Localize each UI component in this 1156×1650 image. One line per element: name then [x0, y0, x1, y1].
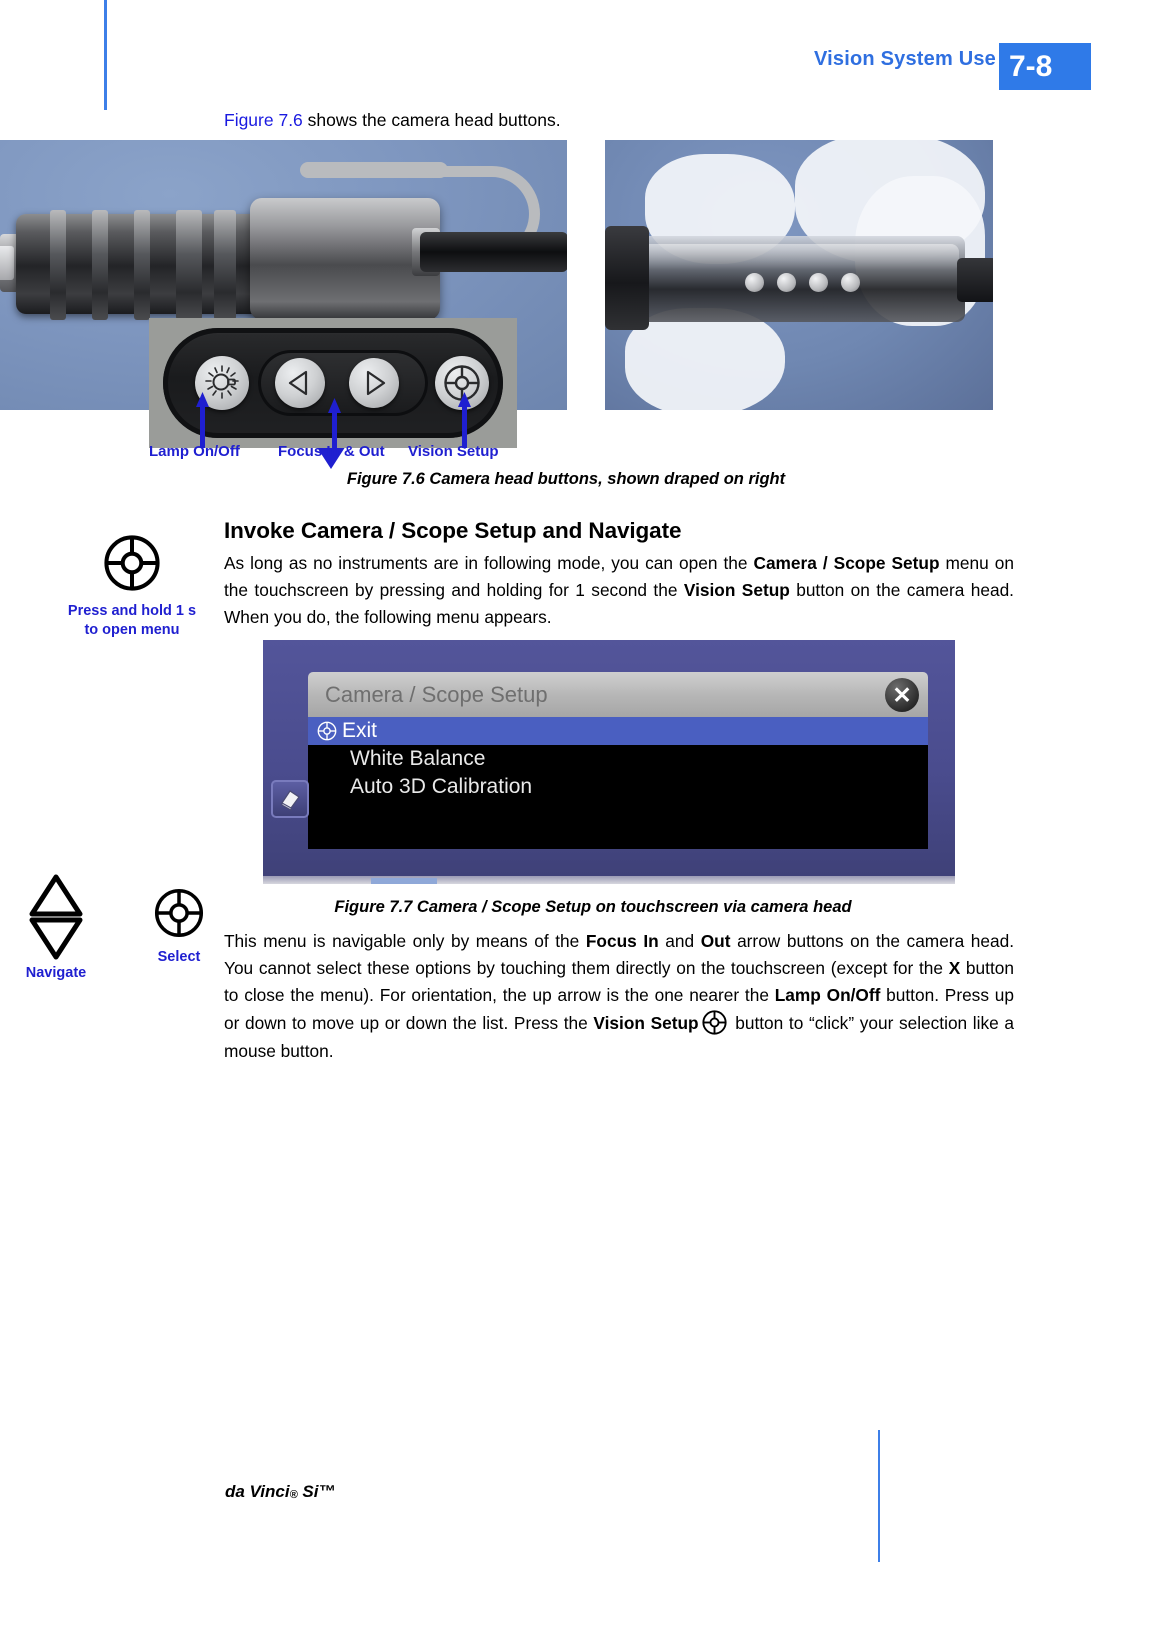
p2-bold5: Vision Setup [593, 1013, 699, 1034]
draped-button [777, 273, 796, 292]
page-number-badge: 7-8 [999, 43, 1091, 90]
callout-label-lamp: Lamp On/Off [149, 443, 240, 460]
section-heading: Invoke Camera / Scope Setup and Navigate [224, 518, 682, 543]
margin-note-navigate: Navigate [10, 872, 102, 983]
menu-window-title: Camera / Scope Setup [325, 681, 548, 707]
figure-76-crossref-link[interactable]: Figure 7.6 [224, 110, 303, 130]
draped-button [841, 273, 860, 292]
menu-title-bar: Camera / Scope Setup ✕ [308, 672, 928, 717]
header-accent-rule [104, 0, 107, 110]
gloved-hand [625, 308, 785, 410]
draped-button [745, 273, 764, 292]
close-icon[interactable]: ✕ [885, 678, 919, 712]
vision-setup-crosshair-icon [317, 721, 337, 741]
focus-in-button[interactable] [275, 358, 325, 408]
footer-registered-mark: ® [289, 1489, 298, 1501]
navigate-arrows-icon [29, 874, 83, 960]
intro-paragraph: Figure 7.6 shows the camera head buttons… [224, 108, 1014, 133]
drape-sheen [641, 244, 959, 270]
p2-bold1: Focus In [585, 931, 659, 951]
focus-out-button[interactable] [349, 358, 399, 408]
intro-text: shows the camera head buttons. [302, 110, 561, 130]
menu-item-auto-3d-calibration[interactable]: Auto 3D Calibration [308, 773, 928, 801]
touchscreen-tab-stub [371, 878, 437, 884]
vision-setup-crosshair-icon [104, 535, 160, 591]
eraser-icon [281, 790, 300, 811]
scope-grip [605, 226, 649, 330]
menu-item-label: White Balance [350, 747, 486, 770]
body-paragraph-1: As long as no instruments are in followi… [224, 550, 1014, 631]
callout-arrow-focus [328, 398, 341, 448]
footer-model: Si™ [297, 1482, 336, 1501]
menu-item-white-balance[interactable]: White Balance [308, 745, 928, 773]
margin-note-label: Select [157, 949, 201, 965]
margin-note-line1: Press and hold 1 s [67, 603, 197, 619]
menu-item-exit[interactable]: Exit [308, 717, 928, 745]
margin-note-press-hold: Press and hold 1 s to open menu [62, 532, 202, 639]
body-paragraph-2: This menu is navigable only by means of … [224, 928, 1014, 1065]
p1-part1: As long as no instruments are in followi… [224, 553, 754, 573]
vision-setup-crosshair-icon [702, 1010, 727, 1036]
p2-bold2: Out [700, 931, 731, 951]
draped-camera-photo [605, 140, 993, 410]
callout-arrow-lamp [196, 392, 209, 448]
callout-arrow-vision [458, 392, 471, 448]
triangle-right-icon [366, 370, 386, 396]
touchscreen-side-button[interactable] [271, 780, 309, 818]
p2-part1: This menu is navigable only by means of … [224, 931, 586, 951]
figure-76-caption: Figure 7.6 Camera head buttons, shown dr… [346, 470, 786, 488]
p2-bold3: X [948, 958, 961, 979]
menu-item-label: Auto 3D Calibration [350, 775, 533, 798]
callout-label-focus: Focus In & Out [278, 443, 385, 460]
p2-part2: and [658, 931, 701, 951]
margin-note-line2: to open menu [84, 621, 180, 638]
figure-77-touchscreen: Camera / Scope Setup ✕ Exit White Balanc… [263, 640, 955, 884]
margin-note-select: Select [135, 872, 223, 967]
p1-bold1: Camera / Scope Setup [753, 553, 940, 573]
menu-item-label: Exit [342, 719, 378, 742]
draped-button [809, 273, 828, 292]
page-title: Vision System Use [813, 48, 996, 70]
p2-bold4: Lamp On/Off [774, 985, 881, 1006]
touchscreen-background: Camera / Scope Setup ✕ Exit White Balanc… [263, 640, 955, 876]
scope-ring [92, 210, 108, 320]
menu-list: Exit White Balance Auto 3D Calibration [308, 717, 928, 849]
scope-ring [50, 210, 66, 320]
scope-tip [0, 246, 14, 280]
scope-end-cap [957, 258, 993, 302]
vision-setup-crosshair-icon [154, 888, 204, 938]
triangle-left-icon [288, 370, 308, 396]
p1-bold2: Vision Setup [683, 579, 790, 600]
footer-accent-rule [878, 1430, 880, 1562]
scope-ring [214, 210, 236, 320]
callout-label-vision: Vision Setup [408, 443, 499, 460]
footer-product-name: da Vinci® Si™ [225, 1482, 335, 1502]
scope-ring [134, 210, 150, 320]
scope-cable [420, 232, 567, 272]
touchscreen-footer-strip [263, 876, 955, 884]
scope-ring [176, 210, 202, 320]
footer-product: da Vinci [225, 1482, 290, 1501]
margin-note-label: Navigate [25, 965, 87, 981]
